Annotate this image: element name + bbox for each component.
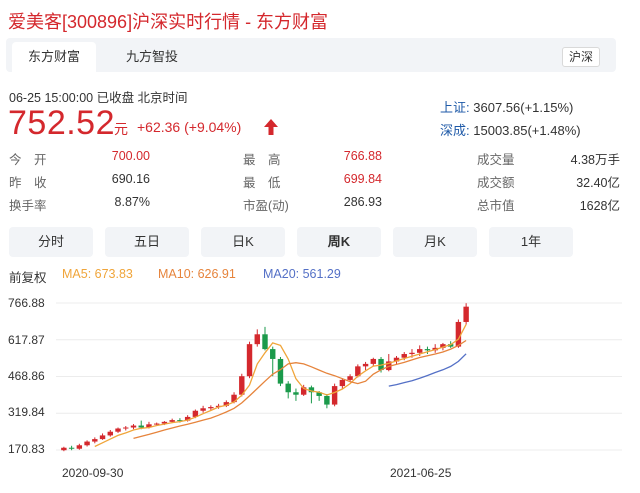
candle-body [99, 435, 106, 440]
candle-body [293, 392, 299, 395]
candle-body [208, 407, 214, 409]
candle-body [68, 447, 75, 449]
candle-body [347, 376, 353, 380]
candle-body [246, 344, 253, 377]
candle-body [115, 428, 121, 432]
candle-body [107, 431, 113, 436]
candle-body [463, 306, 469, 322]
candle-body [130, 425, 137, 428]
candle-body [424, 349, 431, 351]
candle-body [254, 334, 260, 345]
candle-body [401, 354, 407, 358]
candle-body [84, 441, 90, 446]
candle-body [169, 420, 175, 422]
candle-body [339, 379, 346, 387]
candle-body [270, 349, 276, 359]
candle-body [285, 383, 291, 393]
candle-body [200, 408, 206, 411]
candle-body [362, 363, 369, 367]
kline-chart[interactable] [0, 0, 640, 493]
candle-body [370, 358, 377, 364]
candle-body [123, 427, 129, 429]
candle-body [262, 334, 268, 350]
candle-body [153, 423, 160, 425]
candle-body [409, 352, 415, 355]
candle-body [324, 395, 330, 405]
candle-body [331, 386, 338, 405]
ma-line-ma20 [388, 353, 467, 387]
candle-body [417, 349, 423, 353]
candle-body [92, 439, 98, 442]
candle-body [138, 425, 144, 428]
candle-body [76, 445, 83, 449]
candle-body [61, 447, 67, 451]
